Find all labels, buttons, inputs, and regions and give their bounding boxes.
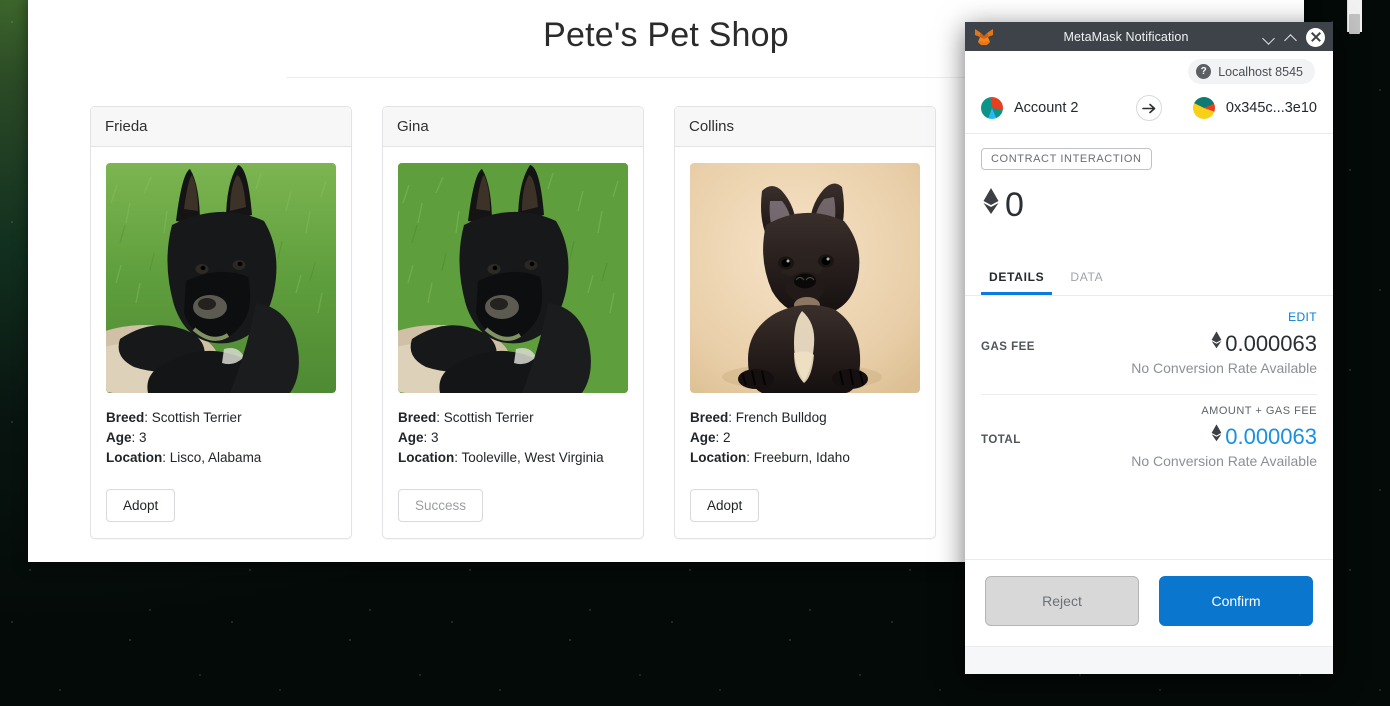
close-icon[interactable] — [1306, 27, 1325, 47]
age-label: Age — [690, 430, 716, 445]
sender-name: Account 2 — [1014, 100, 1079, 116]
details-divider — [981, 394, 1317, 395]
breed-label: Breed — [690, 410, 729, 425]
sender-avatar — [981, 97, 1003, 119]
adopt-button[interactable]: Adopt — [106, 489, 176, 522]
recipient-address: 0x345c...3e10 — [1225, 100, 1317, 116]
action-buttons: Reject Confirm — [965, 559, 1333, 646]
window-title: MetaMask Notification — [1063, 29, 1189, 44]
location-label: Location — [106, 450, 163, 465]
pet-photo-french-bulldog — [690, 163, 920, 393]
pet-photo-scottish-terrier — [106, 163, 336, 393]
age-label: Age — [106, 430, 132, 445]
total-row: TOTAL 0.000063 No Conversion Rate Availa… — [981, 423, 1317, 470]
total-label: TOTAL — [981, 434, 1021, 446]
transaction-summary: CONTRACT INTERACTION 0 — [965, 134, 1333, 223]
ethereum-icon — [1210, 423, 1223, 450]
details-panel: EDIT GAS FEE 0.000063 No Conversion Rate — [965, 296, 1333, 559]
age-value: 3 — [139, 430, 147, 445]
tab-data[interactable]: DATA — [1062, 263, 1111, 295]
breed-value: French Bulldog — [735, 410, 827, 425]
breed-label: Breed — [398, 410, 437, 425]
recipient-avatar — [1192, 97, 1215, 119]
metamask-notification-window: MetaMask Notification ? Localhost 8545 A… — [965, 22, 1333, 674]
reject-button[interactable]: Reject — [985, 576, 1139, 626]
transaction-tabs: DETAILS DATA — [965, 263, 1333, 296]
adopt-button[interactable]: Adopt — [690, 489, 760, 522]
breed-value: Scottish Terrier — [443, 410, 534, 425]
metamask-titlebar: MetaMask Notification — [965, 22, 1333, 51]
location-value: Freeburn, Idaho — [753, 450, 850, 465]
pet-details: Breed: Scottish Terrier Age: 3 Location:… — [106, 410, 262, 465]
pet-card: Collins Breed: French Bulldog Age: 2 Loc… — [674, 106, 936, 539]
age-label: Age — [398, 430, 424, 445]
transaction-amount: 0 — [1005, 185, 1024, 224]
gas-fee-amount: 0.000063 — [1131, 330, 1317, 357]
minimize-icon[interactable] — [1258, 26, 1280, 48]
pet-details: Breed: Scottish Terrier Age: 3 Location:… — [398, 410, 604, 465]
gas-fee-value: 0.000063 — [1225, 330, 1317, 356]
question-mark-icon: ? — [1196, 64, 1212, 79]
scrollbar-thumb[interactable] — [1349, 14, 1360, 34]
pet-name: Gina — [383, 107, 643, 147]
network-row: ? Localhost 8545 — [965, 51, 1333, 91]
pet-name: Frieda — [91, 107, 351, 147]
breed-label: Breed — [106, 410, 145, 425]
account-transfer-row: Account 2 0x345c...3e10 — [965, 91, 1333, 134]
confirm-button[interactable]: Confirm — [1159, 576, 1313, 626]
ethereum-icon — [981, 186, 1001, 223]
total-amount: 0.000063 — [1131, 423, 1317, 450]
gas-fee-label: GAS FEE — [981, 341, 1035, 353]
pet-photo-scottish-terrier — [398, 163, 628, 393]
location-label: Location — [398, 450, 455, 465]
metamask-fox-icon — [974, 28, 994, 46]
total-conversion: No Conversion Rate Available — [1131, 453, 1317, 469]
transaction-type-badge: CONTRACT INTERACTION — [981, 148, 1152, 170]
pet-card: Gina Breed: Scottish Terrier Age: 3 Loca… — [382, 106, 644, 539]
maximize-icon[interactable] — [1280, 26, 1302, 48]
amount-plus-gas-label: AMOUNT + GAS FEE — [1201, 405, 1317, 417]
adopt-button-success: Success — [398, 489, 484, 522]
pet-details: Breed: French Bulldog Age: 2 Location: F… — [690, 410, 850, 465]
total-value: 0.000063 — [1225, 423, 1317, 449]
age-value: 3 — [431, 430, 439, 445]
breed-value: Scottish Terrier — [151, 410, 242, 425]
window-bottom-strip — [965, 646, 1333, 674]
transfer-arrow-icon — [1136, 95, 1162, 121]
location-value: Lisco, Alabama — [169, 450, 262, 465]
tab-details[interactable]: DETAILS — [981, 263, 1053, 295]
transaction-amount-row: 0 — [981, 186, 1317, 223]
network-name: Localhost 8545 — [1218, 64, 1303, 79]
gas-fee-row: GAS FEE 0.000063 No Conversion Rate Avai… — [981, 330, 1317, 377]
age-value: 2 — [723, 430, 731, 445]
gas-fee-conversion: No Conversion Rate Available — [1131, 360, 1317, 376]
ethereum-icon — [1210, 330, 1223, 357]
edit-gas-link[interactable]: EDIT — [981, 310, 1317, 324]
pet-name: Collins — [675, 107, 935, 147]
location-value: Tooleville, West Virginia — [461, 450, 604, 465]
location-label: Location — [690, 450, 747, 465]
pet-card: Frieda Breed: Scottish Terrier Age: 3 Lo… — [90, 106, 352, 539]
network-chip[interactable]: ? Localhost 8545 — [1188, 59, 1315, 84]
